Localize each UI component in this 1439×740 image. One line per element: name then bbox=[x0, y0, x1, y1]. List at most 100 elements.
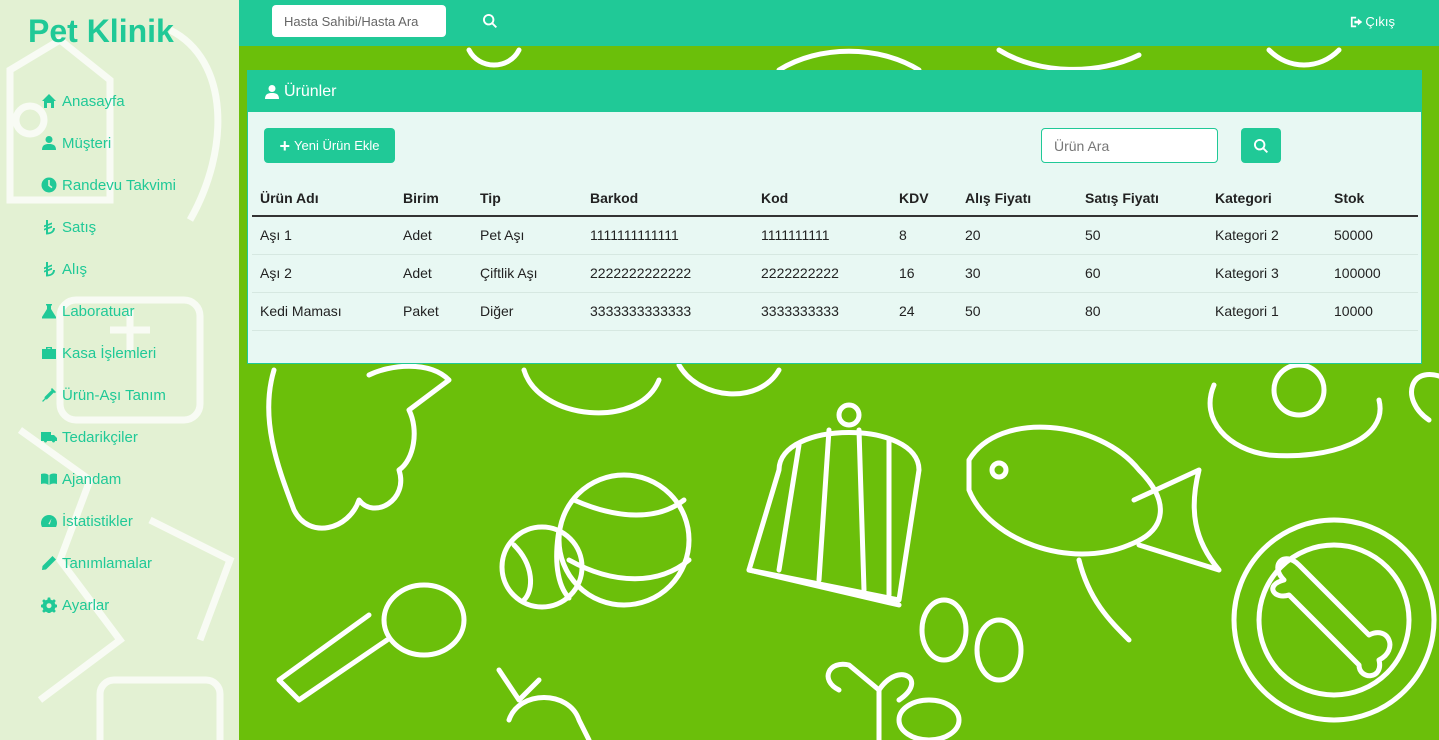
sidebar-item-tanimlamalar[interactable]: Tanımlamalar bbox=[40, 542, 176, 584]
product-search-input[interactable] bbox=[1041, 128, 1218, 163]
product-search-button[interactable] bbox=[1241, 128, 1281, 163]
table-row[interactable]: Aşı 2 Adet Çiftlik Aşı 2222222222222 222… bbox=[252, 254, 1418, 293]
sidebar: Pet Klinik Anasayfa Müşteri Randevu Takv… bbox=[0, 0, 239, 740]
search-icon bbox=[1254, 138, 1268, 153]
patient-search-button[interactable] bbox=[477, 8, 503, 34]
sidebar-item-urun-asi-tanim[interactable]: Ürün-Aşı Tanım bbox=[40, 374, 176, 416]
book-icon bbox=[40, 470, 58, 488]
sidebar-item-label: Randevu Takvimi bbox=[62, 176, 176, 194]
lira-icon bbox=[40, 260, 58, 278]
table-cell: 50 bbox=[1077, 216, 1207, 255]
table-cell: Adet bbox=[395, 216, 472, 255]
add-product-button[interactable]: + Yeni Ürün Ekle bbox=[264, 128, 395, 163]
add-product-label: Yeni Ürün Ekle bbox=[294, 138, 380, 153]
column-header[interactable]: KDV bbox=[891, 180, 957, 217]
sidebar-item-label: Satış bbox=[62, 218, 97, 236]
patient-search-input[interactable] bbox=[272, 5, 446, 37]
briefcase-icon bbox=[40, 344, 58, 362]
table-cell: Aşı 1 bbox=[252, 216, 395, 255]
logout-label: Çıkış bbox=[1365, 14, 1395, 29]
pencil-icon bbox=[40, 554, 58, 572]
table-cell: 80 bbox=[1077, 292, 1207, 331]
table-cell: 2222222222 bbox=[753, 254, 891, 293]
lira-icon bbox=[40, 218, 58, 236]
logout-link[interactable]: Çıkış bbox=[1350, 14, 1395, 29]
table-cell: 1111111111111 bbox=[582, 216, 753, 255]
sidebar-item-anasayfa[interactable]: Anasayfa bbox=[40, 80, 176, 122]
sidebar-item-label: Kasa İşlemleri bbox=[62, 344, 157, 362]
column-header[interactable]: Barkod bbox=[582, 180, 753, 217]
sidebar-item-randevu-takvimi[interactable]: Randevu Takvimi bbox=[40, 164, 176, 206]
sidebar-item-label: Anasayfa bbox=[62, 92, 125, 110]
sidebar-item-satis[interactable]: Satış bbox=[40, 206, 176, 248]
sidebar-item-label: Ayarlar bbox=[62, 596, 110, 614]
sidebar-item-label: Alış bbox=[62, 260, 88, 278]
sidebar-item-label: Ürün-Aşı Tanım bbox=[62, 386, 166, 404]
card-header: Ürünler bbox=[248, 71, 1421, 112]
dashboard-icon bbox=[40, 512, 58, 530]
table-cell: 3333333333333 bbox=[582, 292, 753, 331]
column-header[interactable]: Kategori bbox=[1207, 180, 1326, 217]
sidebar-item-label: Laboratuar bbox=[62, 302, 135, 320]
table-cell: 16 bbox=[891, 254, 957, 293]
column-header[interactable]: Birim bbox=[395, 180, 472, 217]
table-header-row: Ürün Adı Birim Tip Barkod Kod KDV Alış F… bbox=[252, 180, 1418, 217]
table-row[interactable]: Kedi Maması Paket Diğer 3333333333333 33… bbox=[252, 292, 1418, 331]
table-cell: Kategori 3 bbox=[1207, 254, 1326, 293]
sidebar-item-kasa-islemleri[interactable]: Kasa İşlemleri bbox=[40, 332, 176, 374]
table-cell: 1111111111 bbox=[753, 216, 891, 255]
sidebar-item-label: Tanımlamalar bbox=[62, 554, 153, 572]
sidebar-item-label: Tedarikçiler bbox=[62, 428, 138, 446]
sidebar-item-musteri[interactable]: Müşteri bbox=[40, 122, 176, 164]
table-cell: Kategori 2 bbox=[1207, 216, 1326, 255]
sign-out-icon bbox=[1351, 16, 1363, 27]
sidebar-item-label: Müşteri bbox=[62, 134, 112, 152]
table-cell: 24 bbox=[891, 292, 957, 331]
top-navbar: Çıkış bbox=[239, 0, 1439, 46]
table-cell: Diğer bbox=[472, 292, 582, 331]
clock-icon bbox=[40, 176, 58, 194]
table-cell: 20 bbox=[957, 216, 1077, 255]
table-cell: 10000 bbox=[1326, 292, 1418, 331]
gear-icon bbox=[40, 596, 58, 614]
column-header[interactable]: Stok bbox=[1326, 180, 1418, 217]
column-header[interactable]: Tip bbox=[472, 180, 582, 217]
user-icon bbox=[40, 134, 58, 152]
card-title: Ürünler bbox=[284, 82, 337, 100]
sidebar-nav: Anasayfa Müşteri Randevu Takvimi Satış A… bbox=[40, 80, 176, 626]
products-table: Ürün Adı Birim Tip Barkod Kod KDV Alış F… bbox=[252, 180, 1418, 331]
table-cell: Kedi Maması bbox=[252, 292, 395, 331]
sidebar-item-tedarikciler[interactable]: Tedarikçiler bbox=[40, 416, 176, 458]
products-card: Ürünler + Yeni Ürün Ekle Ürün Adı Birim … bbox=[247, 70, 1422, 364]
plus-icon: + bbox=[279, 135, 290, 156]
table-cell: Adet bbox=[395, 254, 472, 293]
table-cell: 50000 bbox=[1326, 216, 1418, 255]
sidebar-item-label: İstatistikler bbox=[62, 512, 133, 530]
table-cell: 8 bbox=[891, 216, 957, 255]
syringe-icon bbox=[40, 386, 58, 404]
search-icon bbox=[483, 14, 497, 28]
sidebar-item-label: Ajandam bbox=[62, 470, 122, 488]
table-cell: 100000 bbox=[1326, 254, 1418, 293]
home-icon bbox=[40, 92, 58, 110]
sidebar-item-ajandam[interactable]: Ajandam bbox=[40, 458, 176, 500]
sidebar-item-alis[interactable]: Alış bbox=[40, 248, 176, 290]
sidebar-item-istatistikler[interactable]: İstatistikler bbox=[40, 500, 176, 542]
table-cell: 2222222222222 bbox=[582, 254, 753, 293]
column-header[interactable]: Satış Fiyatı bbox=[1077, 180, 1207, 217]
brand-logo[interactable]: Pet Klinik bbox=[28, 13, 174, 50]
table-cell: Paket bbox=[395, 292, 472, 331]
sidebar-item-laboratuar[interactable]: Laboratuar bbox=[40, 290, 176, 332]
column-header[interactable]: Kod bbox=[753, 180, 891, 217]
main-area: Çıkış Ürünler + Yeni Ürün Ekle Ürün Adı … bbox=[239, 0, 1439, 740]
column-header[interactable]: Alış Fiyatı bbox=[957, 180, 1077, 217]
sidebar-item-ayarlar[interactable]: Ayarlar bbox=[40, 584, 176, 626]
table-cell: 3333333333 bbox=[753, 292, 891, 331]
table-cell: Pet Aşı bbox=[472, 216, 582, 255]
table-cell: Çiftlik Aşı bbox=[472, 254, 582, 293]
table-cell: Kategori 1 bbox=[1207, 292, 1326, 331]
table-cell: 30 bbox=[957, 254, 1077, 293]
table-cell: 50 bbox=[957, 292, 1077, 331]
column-header[interactable]: Ürün Adı bbox=[252, 180, 395, 217]
table-row[interactable]: Aşı 1 Adet Pet Aşı 1111111111111 1111111… bbox=[252, 216, 1418, 255]
